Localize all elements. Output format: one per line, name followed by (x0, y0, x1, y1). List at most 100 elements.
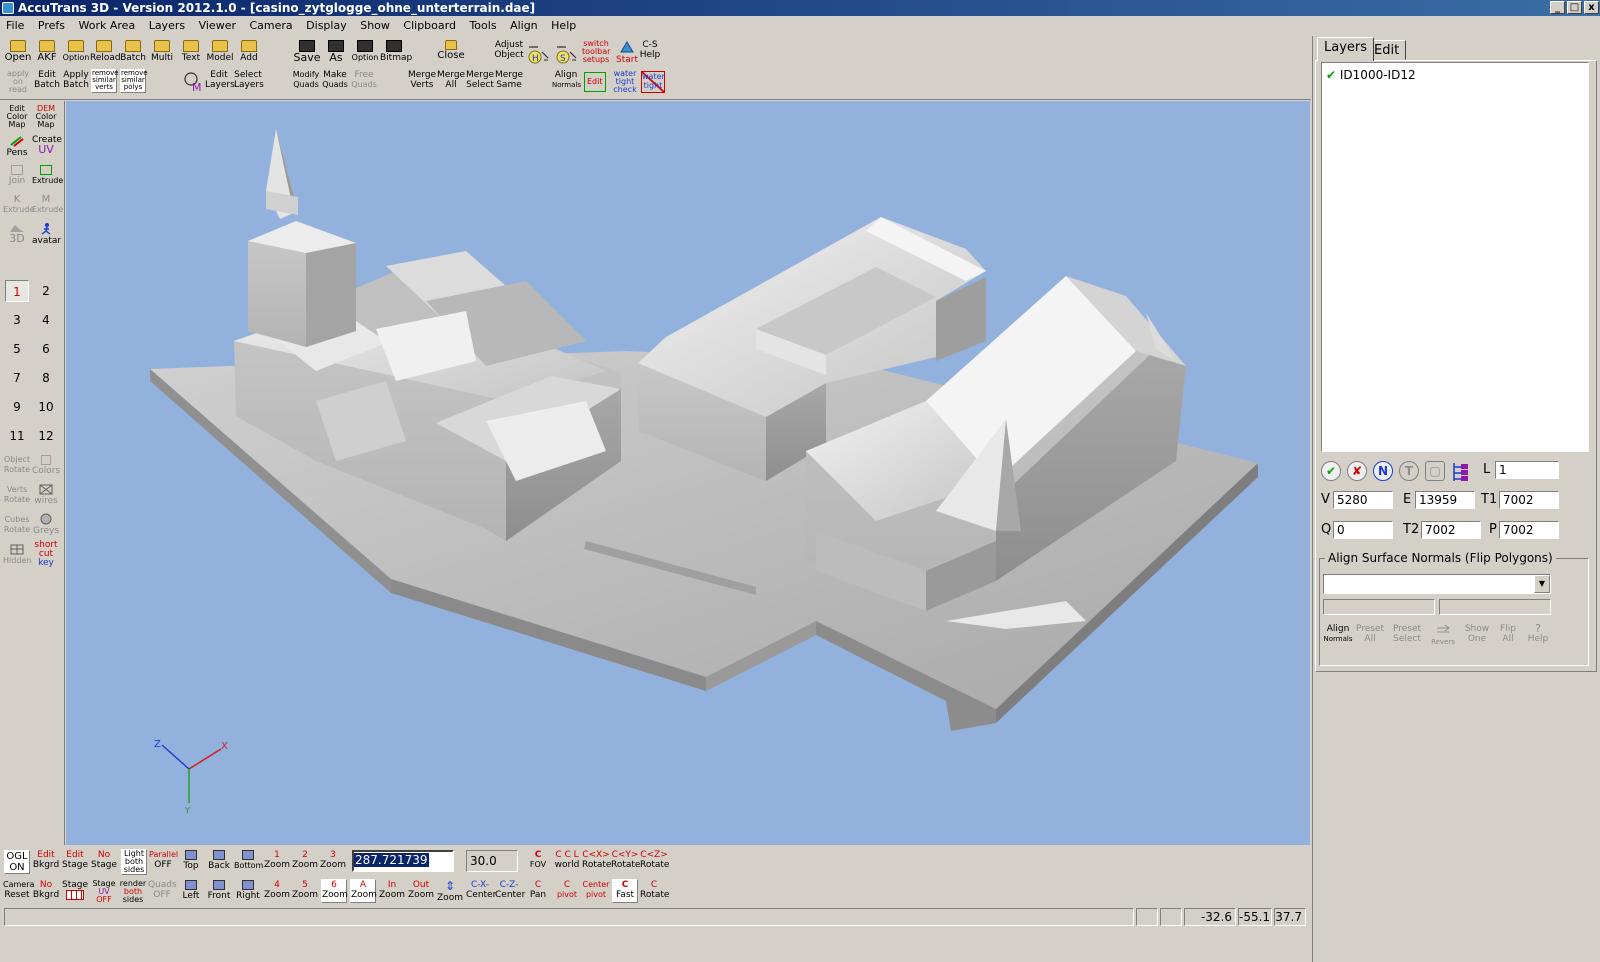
shortcut-key-button[interactable]: short cut key (32, 541, 60, 568)
merge-same-button[interactable]: Merge Same (495, 70, 523, 90)
back-view-button[interactable]: Back (206, 850, 232, 871)
3d-scene[interactable]: X Z Y (66, 101, 1310, 845)
align-normals-toolbar-button[interactable]: Align Normals (552, 70, 581, 90)
close-button[interactable]: x (1584, 1, 1599, 14)
3d-button[interactable]: 3D (3, 223, 31, 244)
center-z-button[interactable]: C-Z- Center (495, 880, 525, 900)
water-tight-check-button[interactable]: water tight check (611, 70, 639, 94)
merge-verts-button[interactable]: Merge Verts (408, 70, 436, 90)
view-slot-8[interactable]: 8 (34, 367, 58, 389)
3d-viewport[interactable]: X Z Y (66, 101, 1310, 845)
parallel-off-button[interactable]: Parallel OFF (149, 850, 178, 870)
select-layers-button[interactable]: Select Layers (234, 70, 264, 90)
chevron-down-icon[interactable]: ▼ (1534, 575, 1550, 593)
pens-button[interactable]: Pens (3, 135, 31, 158)
view-slot-10[interactable]: 10 (34, 396, 58, 418)
bottom-view-button[interactable]: Bottom (234, 850, 263, 871)
tree-icon[interactable] (1451, 461, 1471, 483)
align-normals-dropdown[interactable]: ▼ (1323, 574, 1551, 594)
start-button[interactable]: Start (614, 40, 640, 65)
view-slot-11[interactable]: 11 (5, 425, 29, 447)
l-field[interactable]: 1 (1495, 461, 1559, 479)
adjust-object-button[interactable]: Adjust Object (494, 40, 524, 60)
edit-layers-button[interactable]: Edit Layers (205, 70, 235, 90)
preset-all-button[interactable]: Preset All (1355, 624, 1385, 644)
zoom-out-button[interactable]: Out Zoom (408, 880, 434, 900)
greys-button[interactable]: Greys (32, 513, 60, 536)
p-field[interactable]: 7002 (1499, 521, 1559, 539)
move-object-icon[interactable]: H (526, 42, 550, 66)
show-one-button[interactable]: Show One (1463, 624, 1491, 644)
light-both-sides-button[interactable]: Light both sides (121, 849, 147, 875)
edit-color-map-button[interactable]: Edit Color Map (3, 105, 31, 129)
scale-object-icon[interactable]: S (554, 42, 578, 66)
remove-similar-polys-button[interactable]: remove similar polys (120, 69, 148, 93)
tab-layers[interactable]: Layers (1317, 37, 1375, 61)
menu-viewer[interactable]: Viewer (193, 17, 240, 33)
reload-button[interactable]: Reload (90, 40, 121, 63)
view-slot-4[interactable]: 4 (34, 309, 58, 331)
water-tight-badge[interactable]: water tight (641, 71, 665, 93)
center-pivot-button[interactable]: Center pivot (582, 880, 610, 900)
menu-camera[interactable]: Camera (244, 17, 297, 33)
t-icon[interactable]: T (1399, 461, 1419, 481)
model-button[interactable]: Model (206, 40, 234, 63)
zoom-1-button[interactable]: 1 Zoom (264, 850, 290, 870)
camera-world-button[interactable]: C C Lworld (553, 850, 581, 870)
align-normals-button[interactable]: Align Normals (1323, 624, 1353, 644)
menu-file[interactable]: File (0, 17, 28, 33)
m-extrude-button[interactable]: M Extrude (32, 195, 63, 215)
top-view-button[interactable]: Top (178, 850, 204, 871)
modify-quads-button[interactable]: Modify Quads (292, 70, 320, 90)
edit-batch-button[interactable]: Edit Batch (33, 70, 61, 90)
check-icon[interactable]: ✔ (1326, 68, 1336, 82)
layer-list[interactable]: ✔ ID1000-ID12 (1321, 62, 1589, 452)
layer-item[interactable]: ✔ ID1000-ID12 (1326, 67, 1416, 83)
edit-badge-button[interactable]: Edit (584, 72, 606, 92)
camera-reset-button[interactable]: Camera Reset (3, 880, 34, 900)
menu-work-area[interactable]: Work Area (73, 17, 140, 33)
layer-icon[interactable]: ▢ (1425, 461, 1445, 481)
menu-display[interactable]: Display (300, 17, 351, 33)
close-model-button[interactable]: Close (436, 40, 466, 61)
apply-on-read-button[interactable]: apply on read (4, 70, 32, 94)
distance-input[interactable]: 287.721739 (352, 850, 454, 872)
menu-clipboard[interactable]: Clipboard (397, 17, 460, 33)
save-as-button[interactable]: As (322, 40, 350, 64)
menu-prefs[interactable]: Prefs (32, 17, 69, 33)
camera-fov-button[interactable]: C FOV (524, 850, 552, 870)
camera-rotate-button[interactable]: C Rotate (640, 880, 669, 900)
no-bkgrd-button[interactable]: No Bkgrd (32, 880, 60, 900)
menu-align[interactable]: Align (504, 17, 542, 33)
check-x-icon[interactable]: ✘ (1347, 461, 1367, 481)
save-button[interactable]: Save (293, 40, 321, 64)
multi-button[interactable]: Multi (148, 40, 176, 63)
avatar-button[interactable]: avatar (32, 223, 61, 246)
akf-button[interactable]: AKF (33, 40, 61, 63)
quads-off-button[interactable]: Quads OFF (148, 880, 177, 900)
maximize-button[interactable]: □ (1567, 1, 1582, 14)
view-slot-7[interactable]: 7 (5, 367, 29, 389)
zoom-a-button[interactable]: A Zoom (350, 879, 377, 903)
create-uv-button[interactable]: Create UV (32, 135, 62, 155)
menu-layers[interactable]: Layers (143, 17, 189, 33)
cs-help-button[interactable]: C-S Help (638, 40, 662, 60)
zoom-extents-button[interactable]: ⇕ Zoom (437, 880, 463, 903)
view-slot-1[interactable]: 1 (5, 280, 29, 302)
wires-button[interactable]: wires (32, 483, 60, 506)
normal-n-icon[interactable]: N (1373, 461, 1393, 481)
reverse-button[interactable]: Revers (1429, 624, 1457, 647)
camera-fast-button[interactable]: C Fast (612, 879, 638, 903)
text-button[interactable]: Text (177, 40, 205, 63)
ogl-on-button[interactable]: OGL ON (4, 850, 30, 874)
menu-tools[interactable]: Tools (463, 17, 500, 33)
zoom-5-button[interactable]: 5 Zoom (292, 880, 318, 900)
merge-select-button[interactable]: Merge Select (466, 70, 494, 90)
camera-rotate-x-button[interactable]: C<X> Rotate (582, 850, 611, 870)
view-slot-9[interactable]: 9 (5, 396, 29, 418)
make-quads-button[interactable]: Make Quads (321, 70, 349, 90)
object-rotate-button[interactable]: Object Rotate (3, 455, 31, 475)
zoom-2-button[interactable]: 2 Zoom (292, 850, 318, 870)
v-field[interactable]: 5280 (1333, 491, 1393, 509)
cubes-rotate-button[interactable]: Cubes Rotate (3, 515, 31, 535)
